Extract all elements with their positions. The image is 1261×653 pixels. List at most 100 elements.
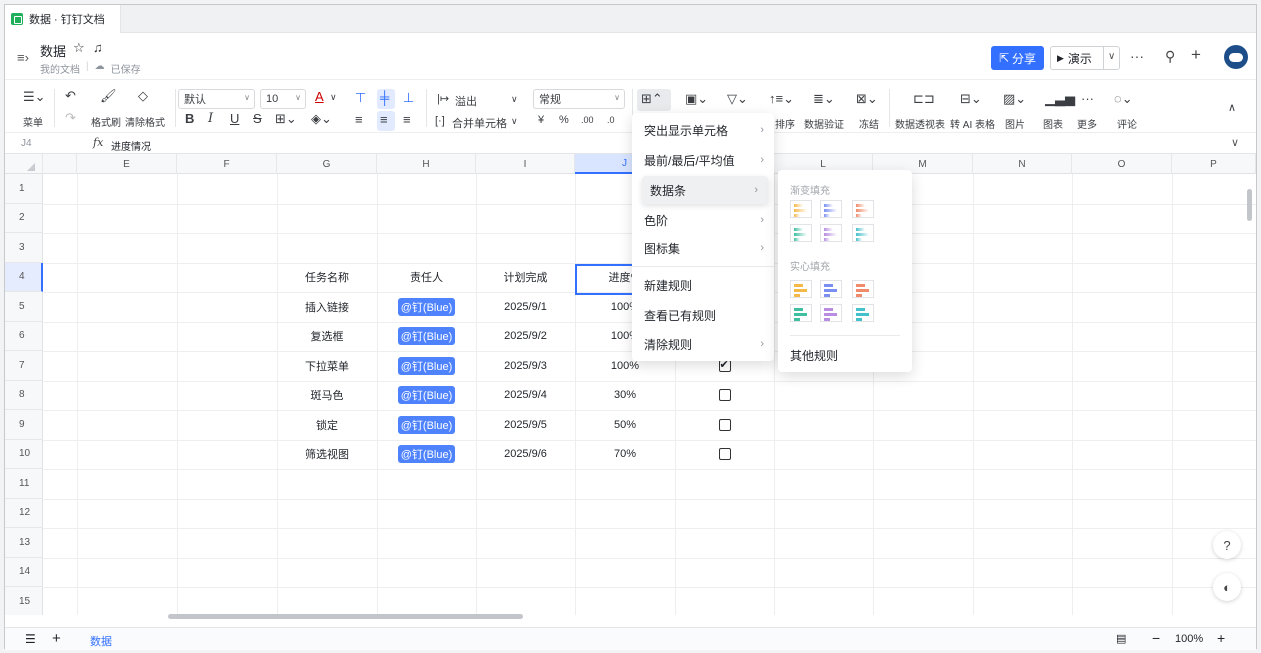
chevron-down-icon[interactable]: ∨: [511, 92, 518, 106]
clear-format-label[interactable]: 清除格式: [125, 114, 165, 129]
zoom-in-icon[interactable]: +: [1217, 630, 1225, 646]
column-header-partial[interactable]: [43, 154, 77, 174]
person-mention[interactable]: @钉(Blue): [397, 297, 456, 316]
done-checkbox[interactable]: [718, 418, 731, 431]
task-name-cell[interactable]: 下拉菜单: [277, 351, 377, 381]
solid-data-bar-swatch[interactable]: [790, 304, 812, 322]
overflow-label[interactable]: 溢出: [455, 93, 477, 109]
doc-location[interactable]: 我的文档: [40, 61, 80, 76]
solid-data-bar-swatch[interactable]: [852, 280, 874, 298]
more-icon[interactable]: ···: [1130, 48, 1144, 64]
image-icon[interactable]: ▨⌄: [1003, 92, 1026, 106]
row-header[interactable]: 2: [5, 204, 43, 233]
other-rules-item[interactable]: 其他规则: [790, 347, 838, 364]
horizontal-scroll-thumb[interactable]: [168, 614, 523, 619]
align-middle-icon[interactable]: ╪: [380, 91, 389, 105]
person-mention[interactable]: @钉(Blue): [397, 415, 456, 434]
planned-date-cell[interactable]: 2025/9/5: [476, 410, 575, 440]
freeze-icon[interactable]: ⊠⌄: [856, 92, 878, 106]
expand-formula-icon[interactable]: ∨: [1231, 136, 1239, 149]
task-name-cell[interactable]: 插入链接: [277, 292, 377, 322]
column-header-g[interactable]: G: [277, 154, 377, 174]
fill-color-icon[interactable]: ◈⌄: [311, 112, 332, 126]
planned-date-cell[interactable]: 2025/9/2: [476, 322, 575, 352]
column-header-o[interactable]: O: [1072, 154, 1172, 174]
font-size-select[interactable]: 10 ∨: [260, 89, 306, 109]
done-checkbox[interactable]: [718, 358, 731, 372]
menu-icon[interactable]: ☰⌄: [23, 90, 46, 104]
assistant-icon[interactable]: ◐: [1213, 573, 1241, 601]
align-right-icon[interactable]: ≡: [403, 113, 411, 127]
owner-cell[interactable]: @钉(Blue): [377, 440, 476, 470]
chevron-down-icon[interactable]: ∨: [511, 114, 518, 128]
pivot-table-icon[interactable]: ⊏⊐: [913, 92, 935, 106]
gradient-data-bar-swatch[interactable]: [820, 224, 842, 242]
comment-icon[interactable]: ◌⌄: [1114, 92, 1133, 106]
sheet-tab[interactable]: 数据: [90, 633, 112, 649]
task-name-cell[interactable]: 复选框: [277, 322, 377, 352]
add-icon[interactable]: +: [1191, 45, 1201, 65]
currency-button[interactable]: ¥: [538, 113, 544, 127]
sort-icon[interactable]: ↑≡⌄: [769, 92, 794, 106]
align-top-icon[interactable]: ⊤: [355, 91, 366, 105]
row-header[interactable]: 7: [5, 351, 43, 381]
row-header[interactable]: 1: [5, 174, 43, 204]
font-select[interactable]: 默认 ∨: [178, 89, 255, 109]
document-tab[interactable]: 数据 · 钉钉文档: [5, 5, 121, 33]
align-bottom-icon[interactable]: ⊥: [403, 91, 414, 105]
align-left-icon[interactable]: ≡: [355, 113, 363, 127]
row-header[interactable]: 3: [5, 233, 43, 263]
present-button[interactable]: ▶ 演示 ∨: [1050, 46, 1120, 70]
zoom-out-icon[interactable]: −: [1152, 630, 1160, 646]
eraser-icon[interactable]: ◇: [138, 89, 148, 103]
gradient-data-bar-swatch[interactable]: [852, 200, 874, 218]
sort-label[interactable]: 排序: [775, 116, 795, 131]
header-cell-task[interactable]: 任务名称: [277, 263, 377, 293]
avatar[interactable]: [1224, 45, 1248, 69]
help-icon[interactable]: ?: [1213, 531, 1241, 559]
row-header[interactable]: 4: [5, 262, 43, 292]
owner-cell[interactable]: @钉(Blue): [377, 410, 476, 440]
undo-icon[interactable]: ↶: [65, 89, 76, 103]
border-icon[interactable]: ⊞⌄: [275, 112, 297, 126]
ai-table-icon[interactable]: ⊟⌄: [960, 92, 982, 106]
row-header[interactable]: 8: [5, 381, 43, 410]
comment-label[interactable]: 评论: [1117, 116, 1137, 131]
row-header[interactable]: 11: [5, 469, 43, 499]
done-checkbox[interactable]: [718, 448, 731, 461]
task-name-cell[interactable]: 锁定: [277, 410, 377, 440]
solid-data-bar-swatch[interactable]: [820, 304, 842, 322]
gradient-data-bar-swatch[interactable]: [790, 200, 812, 218]
column-header-n[interactable]: N: [973, 154, 1072, 174]
person-mention[interactable]: @钉(Blue): [397, 386, 456, 405]
outline-toggle-icon[interactable]: ≡›: [17, 50, 29, 65]
more-label[interactable]: 更多: [1077, 116, 1097, 131]
vertical-scrollbar[interactable]: [1244, 175, 1254, 615]
person-mention[interactable]: @钉(Blue): [397, 327, 456, 346]
done-checkbox[interactable]: [718, 389, 731, 402]
row-header[interactable]: 10: [5, 440, 43, 469]
underline-icon[interactable]: U: [230, 112, 239, 126]
search-icon[interactable]: ⚲: [1165, 48, 1175, 65]
owner-cell[interactable]: @钉(Blue): [377, 381, 476, 411]
menu-item-top-bottom[interactable]: 最前/最后/平均值 ›: [632, 146, 774, 174]
format-painter-icon[interactable]: 🖌: [100, 89, 117, 103]
menu-label[interactable]: 菜单: [23, 114, 43, 129]
number-format-select[interactable]: 常规 ∨: [533, 89, 625, 109]
solid-data-bar-swatch[interactable]: [790, 280, 812, 298]
horizontal-scrollbar[interactable]: [43, 611, 1243, 621]
overflow-icon[interactable]: |↦: [437, 92, 449, 106]
share-button[interactable]: ⇱ 分享: [991, 46, 1044, 70]
person-mention[interactable]: @钉(Blue): [397, 445, 456, 464]
decrease-decimal-icon[interactable]: .0: [607, 113, 615, 127]
select-all-corner[interactable]: [5, 154, 43, 174]
freeze-label[interactable]: 冻结: [859, 116, 879, 131]
menu-item-highlight-cells[interactable]: 突出显示单元格 ›: [632, 116, 774, 144]
column-header-i[interactable]: I: [476, 154, 575, 174]
row-header[interactable]: 14: [5, 558, 43, 587]
planned-date-cell[interactable]: 2025/9/1: [476, 292, 575, 322]
view-mode-icon[interactable]: ▤: [1116, 632, 1126, 645]
menu-item-data-bar[interactable]: 数据条 ›: [642, 176, 768, 204]
chart-label[interactable]: 图表: [1043, 116, 1063, 131]
image-label[interactable]: 图片: [1005, 116, 1025, 131]
